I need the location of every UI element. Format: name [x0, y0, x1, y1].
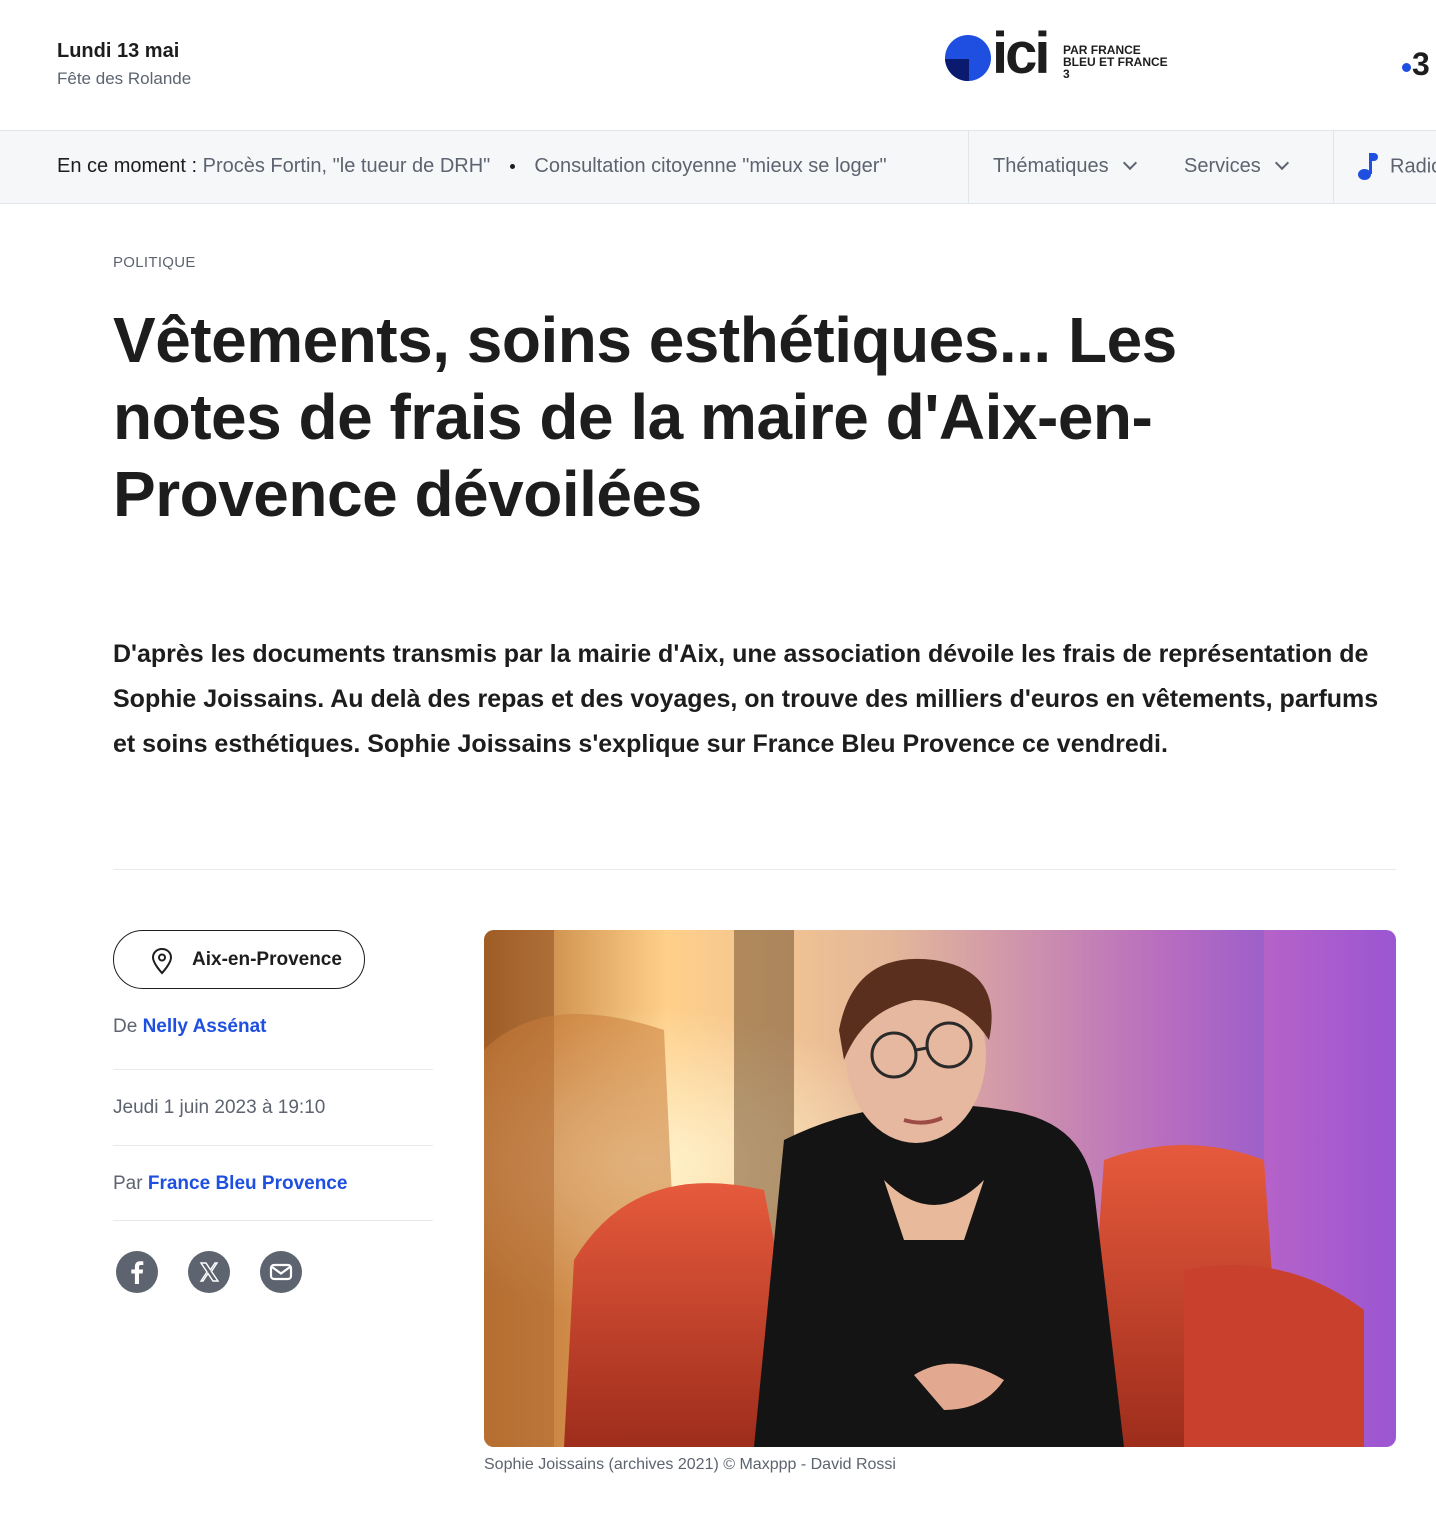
- share-x-button[interactable]: [188, 1251, 230, 1293]
- menu-services[interactable]: Services: [1184, 155, 1289, 178]
- current-date: Lundi 13 mai: [57, 40, 180, 62]
- publish-date: Jeudi 1 juin 2023 à 19:10: [113, 1097, 326, 1118]
- saint-of-day: Fête des Rolande: [57, 69, 192, 88]
- article-category[interactable]: POLITIQUE: [113, 254, 196, 271]
- nav-divider: [1333, 131, 1334, 203]
- x-icon: [199, 1262, 220, 1282]
- author-link[interactable]: Nelly Assénat: [143, 1016, 267, 1037]
- logo-circle-icon: [945, 35, 991, 81]
- source-link[interactable]: France Bleu Provence: [148, 1173, 348, 1194]
- menu-thematiques[interactable]: Thématiques: [993, 155, 1137, 178]
- share-mail-button[interactable]: [260, 1251, 302, 1293]
- mail-icon: [269, 1263, 293, 1281]
- photo-caption: Sophie Joissains (archives 2021) © Maxpp…: [484, 1456, 896, 1473]
- site-header: Lundi 13 mai Fête des Rolande ici PAR FR…: [0, 0, 1436, 130]
- facebook-icon: [131, 1261, 144, 1284]
- france3-logo[interactable]: 3: [1400, 44, 1430, 84]
- france3-dot-icon: [1402, 63, 1411, 72]
- top-nav: En ce moment : Procès Fortin, "le tueur …: [0, 130, 1436, 204]
- trending-link-fortin[interactable]: Procès Fortin, "le tueur de DRH": [203, 155, 491, 177]
- section-divider: [113, 869, 1396, 870]
- location-pin-icon: [151, 947, 173, 975]
- nav-divider: [968, 131, 969, 203]
- trending-link-consultation[interactable]: Consultation citoyenne "mieux se loger": [534, 155, 886, 177]
- location-label: Aix-en-Provence: [192, 949, 342, 970]
- logo-word: ici: [992, 21, 1050, 86]
- author-line: De Nelly Assénat: [113, 1016, 267, 1037]
- chevron-down-icon: [1274, 155, 1289, 171]
- bullet-separator: [509, 164, 515, 170]
- trending-bar: En ce moment : Procès Fortin, "le tueur …: [57, 155, 887, 178]
- meta-divider: [113, 1220, 433, 1221]
- share-facebook-button[interactable]: [116, 1251, 158, 1293]
- source-line: Par France Bleu Provence: [113, 1173, 348, 1194]
- photo-portrait: [484, 930, 1396, 1447]
- article-title: Vêtements, soins esthétiques... Les note…: [113, 304, 1177, 530]
- logo-subtitle: PAR FRANCE BLEU ET FRANCE 3: [1063, 43, 1168, 81]
- music-note-icon: [1356, 153, 1378, 181]
- meta-divider: [113, 1145, 433, 1146]
- meta-divider: [113, 1069, 433, 1070]
- radio-link[interactable]: Radio: [1356, 153, 1436, 181]
- trending-label: En ce moment :: [57, 155, 198, 177]
- location-tag-button[interactable]: Aix-en-Provence: [113, 930, 365, 989]
- article-photo: [484, 930, 1396, 1447]
- chevron-down-icon: [1122, 155, 1137, 171]
- ici-logo[interactable]: ici PAR FRANCE BLEU ET FRANCE 3: [945, 25, 1175, 85]
- article-lead: D'après les documents transmis par la ma…: [113, 640, 1379, 758]
